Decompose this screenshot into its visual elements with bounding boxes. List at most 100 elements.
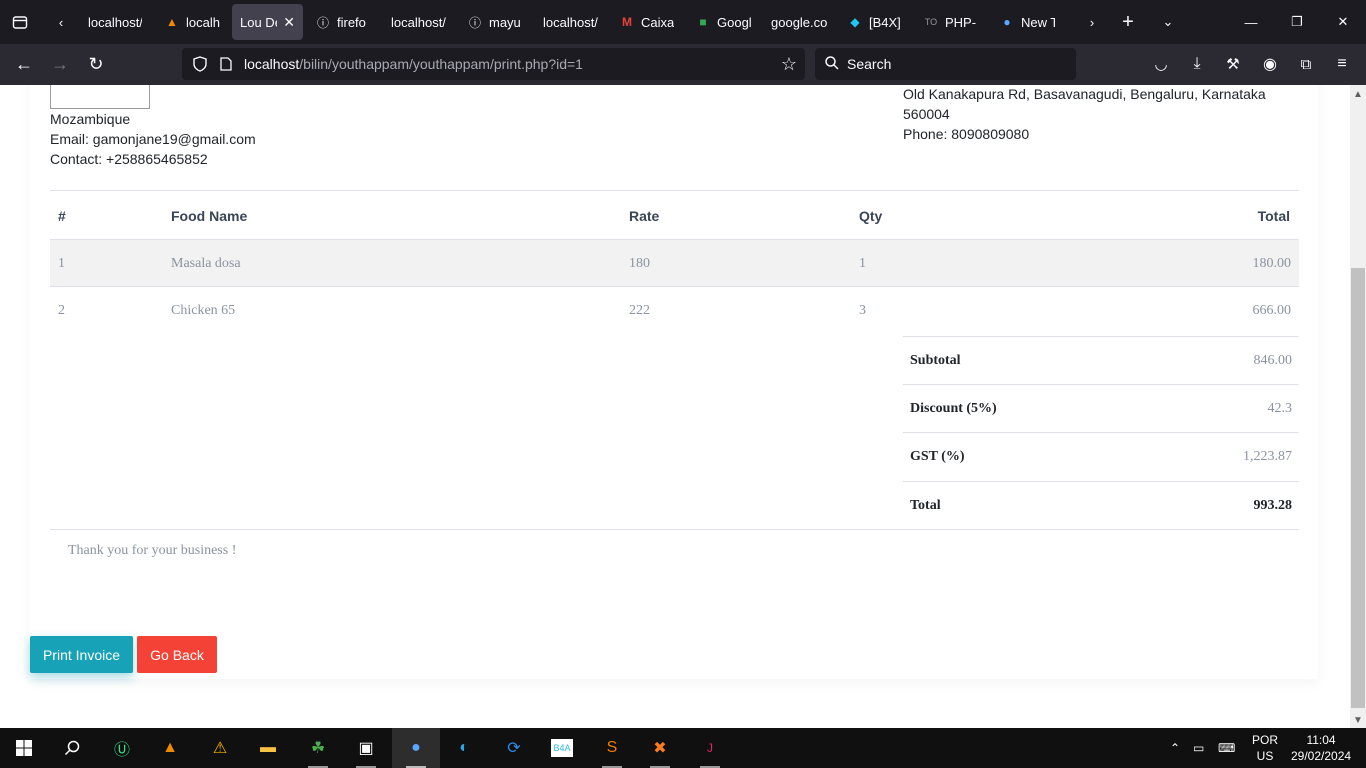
item-food: Masala dosa: [171, 256, 241, 271]
upwork-app-icon[interactable]: Ⓤ: [98, 728, 146, 768]
tab-2-active[interactable]: Lou Del ✕: [232, 4, 303, 40]
vlc-icon[interactable]: ▲: [146, 728, 194, 768]
tab-label: localhost/: [391, 14, 446, 30]
warning-app-icon[interactable]: ⚠: [196, 728, 244, 768]
restaurant-address: Old Kanakapura Rd, Basavanagudi, Bengalu…: [903, 86, 1266, 102]
close-window-icon[interactable]: ✕: [1320, 0, 1366, 44]
forward-icon[interactable]: →: [44, 48, 76, 80]
edge-icon[interactable]: ◐: [440, 728, 488, 768]
reload-icon[interactable]: ↻: [80, 48, 112, 80]
windows-start-icon[interactable]: [0, 728, 48, 768]
tab-12[interactable]: ● New T: [991, 4, 1063, 40]
pocket-icon[interactable]: ◡: [1145, 48, 1177, 80]
b4a-icon[interactable]: B4A: [538, 728, 586, 768]
restore-icon[interactable]: ❐: [1274, 0, 1320, 44]
browser-tab-bar: ‹ localhost/ ▲ localh Lou Del ✕ ⓘ firefo lo…: [0, 0, 1366, 44]
bookmark-star-icon[interactable]: ☆: [781, 54, 797, 75]
customer-email: Email: gamonjane19@gmail.com: [50, 131, 256, 147]
subtotal-value: 846.00: [1253, 353, 1293, 368]
tab-overview-icon[interactable]: [4, 0, 36, 44]
tab-11[interactable]: TO PHP-: [915, 4, 987, 40]
go-back-button[interactable]: Go Back: [137, 636, 217, 673]
url-bar[interactable]: localhost/bilin/youthappam/youthappam/pr…: [182, 48, 805, 80]
table-row: 2 Chicken 65 222 3 666.00: [50, 287, 1299, 335]
search-icon: [825, 55, 839, 73]
scrollbar-thumb[interactable]: [1351, 268, 1365, 708]
menu-icon[interactable]: ≡: [1326, 48, 1358, 80]
restaurant-info: Old Kanakapura Rd, Basavanagudi, Bengalu…: [903, 85, 1266, 144]
customer-info: Mozambique Email: gamonjane19@gmail.com …: [50, 109, 256, 169]
back-icon[interactable]: ←: [8, 48, 40, 80]
item-qty: 3: [859, 303, 866, 318]
terminal-icon[interactable]: ▣: [342, 728, 390, 768]
tab-7[interactable]: M Caixa: [611, 4, 683, 40]
tab-label: Googl: [717, 14, 751, 30]
search-icon[interactable]: [48, 728, 96, 768]
language-code: POR: [1252, 733, 1279, 747]
item-num: 1: [58, 256, 65, 271]
item-num: 2: [58, 303, 65, 318]
tab-5[interactable]: ⓘ mayu: [459, 4, 531, 40]
vlc-icon: ▲: [166, 15, 178, 29]
account-icon[interactable]: ◉: [1254, 48, 1286, 80]
clock[interactable]: 11:04 29/02/2024: [1291, 728, 1351, 768]
keyboard-icon[interactable]: ⌨: [1218, 728, 1235, 768]
minimize-icon[interactable]: —: [1228, 0, 1274, 44]
tab-label: PHP-: [945, 14, 977, 30]
sync-app-icon[interactable]: ⟳: [490, 728, 538, 768]
clover-app-icon[interactable]: ☘: [294, 728, 342, 768]
tab-label: [B4X]: [869, 14, 901, 30]
tab-4[interactable]: localhost/: [383, 4, 455, 40]
scroll-up-icon[interactable]: ▲: [1350, 86, 1366, 102]
jetbrains-icon[interactable]: J: [686, 728, 734, 768]
scroll-tabs-right-icon[interactable]: ›: [1078, 0, 1106, 44]
item-food: Chicken 65: [171, 303, 236, 318]
wrench-icon[interactable]: ⚒: [1217, 48, 1249, 80]
new-tab-icon[interactable]: +: [1112, 0, 1144, 44]
close-icon[interactable]: ✕: [283, 14, 295, 31]
page-icon[interactable]: [218, 57, 234, 71]
tab-10[interactable]: ◆ [B4X]: [839, 4, 911, 40]
shield-icon[interactable]: [190, 56, 210, 72]
tab-0[interactable]: localhost/: [80, 4, 150, 40]
tab-label: localh: [186, 14, 220, 30]
notification-icon[interactable]: ▭: [1193, 728, 1204, 768]
language-indicator[interactable]: POR US: [1252, 728, 1278, 768]
clock-time: 11:04: [1306, 733, 1336, 747]
search-placeholder: Search: [847, 56, 892, 72]
scroll-down-icon[interactable]: ▼: [1350, 712, 1366, 728]
item-total: 666.00: [1252, 303, 1292, 318]
tab-8[interactable]: ■ Googl: [687, 4, 759, 40]
tab-1[interactable]: ▲ localh: [156, 4, 228, 40]
divider: [50, 529, 1299, 530]
summary-subtotal-row: Subtotal 846.00: [903, 336, 1299, 384]
print-invoice-button[interactable]: Print Invoice: [30, 636, 133, 673]
firefox-icon[interactable]: ●: [392, 728, 440, 768]
list-all-tabs-icon[interactable]: ⌄: [1152, 0, 1184, 44]
table-row: 1 Masala dosa 180 1 180.00: [50, 239, 1299, 287]
logo-placeholder: [50, 85, 150, 109]
url-text[interactable]: localhost/bilin/youthappam/youthappam/pr…: [244, 56, 583, 72]
extensions-icon[interactable]: ⧉: [1290, 48, 1322, 80]
total-value: 993.28: [1253, 498, 1293, 513]
sublime-text-icon[interactable]: S: [588, 728, 636, 768]
tab-label: localhost/: [88, 14, 142, 30]
tab-9[interactable]: google.co: [763, 4, 835, 40]
col-header-num: #: [58, 208, 66, 224]
tab-6[interactable]: localhost/: [535, 4, 607, 40]
scroll-tabs-left-icon[interactable]: ‹: [46, 0, 76, 44]
url-host: localhost: [244, 56, 300, 72]
keyboard-layout: US: [1256, 749, 1274, 763]
xampp-icon[interactable]: ✖: [636, 728, 684, 768]
file-explorer-icon[interactable]: ▬: [244, 728, 292, 768]
download-icon[interactable]: ⤓: [1181, 48, 1213, 80]
tab-label: localhost/: [543, 14, 598, 30]
b4x-icon: ◆: [850, 15, 860, 29]
show-hidden-icons-icon[interactable]: ⌃: [1170, 728, 1180, 768]
col-header-qty: Qty: [859, 208, 883, 224]
search-input[interactable]: Search: [815, 48, 1076, 80]
col-header-food: Food Name: [171, 208, 248, 224]
clock-date: 29/02/2024: [1291, 749, 1352, 763]
url-path: /bilin/youthappam/youthappam/print.php?i…: [299, 56, 583, 72]
tab-3[interactable]: ⓘ firefo: [307, 4, 379, 40]
